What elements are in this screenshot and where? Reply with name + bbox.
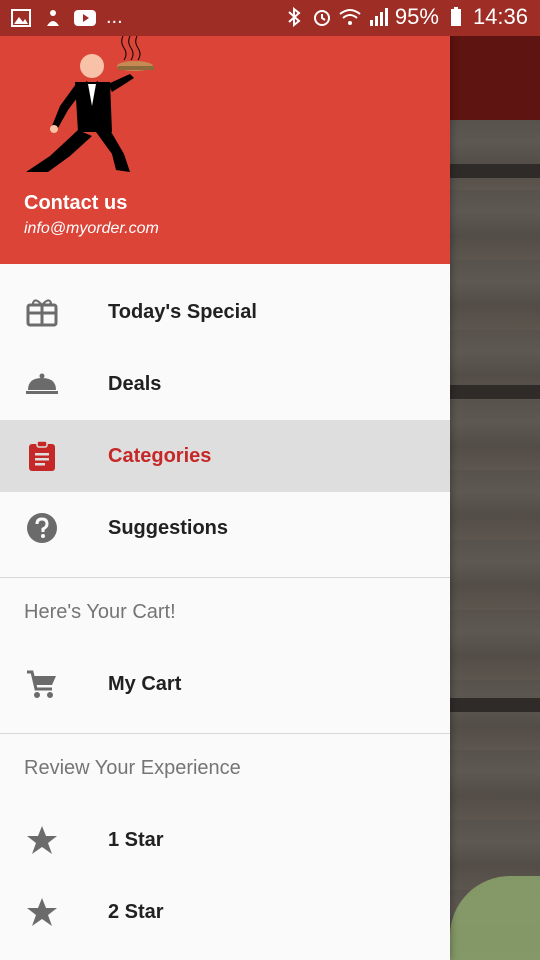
drawer-menu: Today's Special Deals Categories Suggest… xyxy=(0,264,450,948)
section-header-review: Review Your Experience xyxy=(24,756,241,779)
battery-percent: 95% xyxy=(394,4,439,29)
menu-item-label: 1 Star xyxy=(108,828,164,851)
menu-item-label: Today's Special xyxy=(108,300,257,323)
star-icon xyxy=(24,894,60,930)
navigation-drawer: Contact us info@myorder.com Today's Spec… xyxy=(0,0,450,960)
youtube-icon xyxy=(74,7,96,29)
wifi-icon xyxy=(339,6,361,28)
menu-item-todays-special[interactable]: Today's Special xyxy=(0,276,450,348)
app-notification-icon xyxy=(42,7,64,29)
drawer-header: Contact us info@myorder.com xyxy=(0,36,450,264)
plank-divider xyxy=(450,385,540,399)
bluetooth-icon xyxy=(283,6,305,28)
menu-item-label: Suggestions xyxy=(108,516,229,539)
clipboard-icon xyxy=(24,438,60,474)
waiter-logo xyxy=(26,36,154,172)
more-notifications: ... xyxy=(106,6,123,28)
contact-email[interactable]: info@myorder.com xyxy=(24,220,159,238)
menu-item-label: 2 Star xyxy=(108,900,164,923)
status-bar: ... 95% 14:36 xyxy=(0,0,540,36)
menu-item-suggestions[interactable]: Suggestions xyxy=(0,492,450,564)
menu-item-1-star[interactable]: 1 Star xyxy=(0,804,450,876)
alarm-icon xyxy=(311,6,333,28)
signal-icon xyxy=(367,6,389,28)
plank-divider xyxy=(450,164,540,178)
section-header-cart: Here's Your Cart! xyxy=(24,600,176,623)
cloche-icon xyxy=(24,366,60,402)
menu-item-categories[interactable]: Categories xyxy=(0,420,450,492)
cart-icon xyxy=(24,666,60,702)
battery-icon xyxy=(445,6,467,28)
help-icon xyxy=(24,510,60,546)
menu-item-deals[interactable]: Deals xyxy=(0,348,450,420)
plank-divider xyxy=(450,698,540,712)
star-icon xyxy=(24,822,60,858)
menu-item-label: My Cart xyxy=(108,672,182,695)
contact-title: Contact us xyxy=(24,192,128,214)
menu-item-label: Deals xyxy=(108,372,162,395)
menu-item-2-star[interactable]: 2 Star xyxy=(0,876,450,948)
clock: 14:36 xyxy=(472,4,528,29)
gallery-icon xyxy=(10,7,32,29)
gift-icon xyxy=(24,294,60,330)
menu-item-my-cart[interactable]: My Cart xyxy=(0,648,450,720)
menu-item-label: Categories xyxy=(108,444,212,467)
